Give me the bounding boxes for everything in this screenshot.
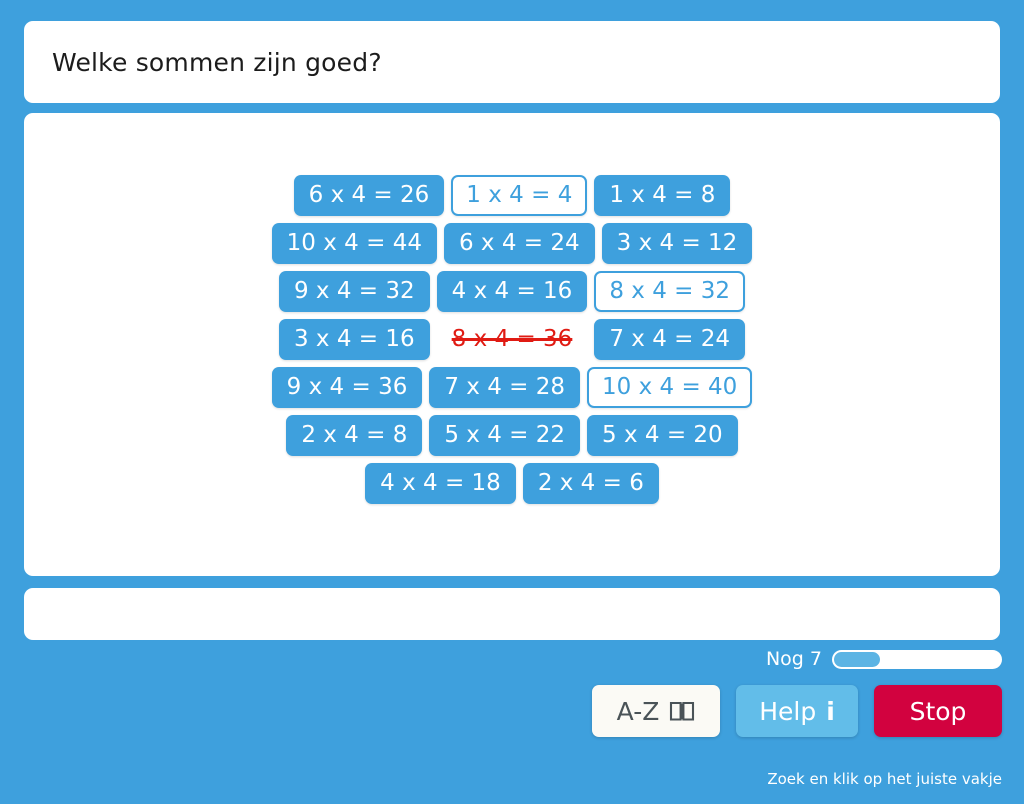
az-button-label: A-Z: [616, 696, 660, 726]
question-text: Welke sommen zijn goed?: [52, 47, 382, 77]
sum-tile[interactable]: 5 x 4 = 20: [587, 415, 738, 456]
sum-tile[interactable]: 9 x 4 = 32: [278, 271, 430, 312]
dictionary-az-button[interactable]: A-Z: [592, 685, 720, 737]
info-i-icon: i: [826, 696, 835, 726]
footer-hint: Zoek en klik op het juiste vakje: [767, 770, 1002, 788]
progress-bar-track: [832, 649, 1002, 669]
sum-tile: 10 x 4 = 40: [587, 367, 753, 408]
tile-row: 4 x 4 = 18 2 x 4 = 6: [365, 463, 659, 504]
stop-button[interactable]: Stop: [874, 685, 1002, 737]
sum-tile[interactable]: 9 x 4 = 36: [271, 367, 423, 408]
sum-tile[interactable]: 7 x 4 = 24: [594, 319, 745, 360]
tile-row: 9 x 4 = 32 4 x 4 = 16 8 x 4 = 32: [278, 271, 745, 312]
tile-grid: 6 x 4 = 26 1 x 4 = 41 x 4 = 8 10 x 4 = 44 6…: [24, 175, 1000, 504]
progress-bar-fill: [834, 651, 881, 667]
progress-label: Nog 7: [765, 648, 822, 670]
tile-row: 9 x 4 = 36 7 x 4 = 28 10 x 4 = 40: [271, 367, 753, 408]
sum-tile: 8 x 4 = 32: [594, 271, 745, 312]
help-button[interactable]: Help i: [736, 685, 858, 737]
sum-tile[interactable]: 10 x 4 = 44: [271, 223, 437, 264]
sum-tile[interactable]: 7 x 4 = 28: [429, 367, 581, 408]
button-row: A-Z Help i Stop: [592, 685, 1002, 737]
sum-tile[interactable]: 2 x 4 = 6: [522, 463, 659, 504]
question-bar: Welke sommen zijn goed?: [24, 21, 1000, 103]
sum-tile[interactable]: 1 x 4 = 8: [594, 175, 731, 216]
play-panel: 6 x 4 = 26 1 x 4 = 41 x 4 = 8 10 x 4 = 44 6…: [24, 113, 1000, 576]
sum-tile: 8 x 4 = 36: [451, 326, 573, 352]
sum-tile[interactable]: 3 x 4 = 12: [601, 223, 753, 264]
tile-row: 2 x 4 = 85 x 4 = 22 5 x 4 = 20: [286, 415, 738, 456]
sum-tile[interactable]: 4 x 4 = 18: [365, 463, 516, 504]
sum-tile[interactable]: 4 x 4 = 16: [436, 271, 588, 312]
progress-indicator: Nog 7: [766, 648, 1002, 670]
sum-tile[interactable]: 2 x 4 = 8: [286, 415, 423, 456]
sum-tile: 1 x 4 = 4: [451, 175, 588, 216]
help-button-label: Help: [759, 696, 817, 726]
sum-tile[interactable]: 6 x 4 = 24: [443, 223, 595, 264]
sum-tile[interactable]: 6 x 4 = 26: [293, 175, 445, 216]
tile-row: 3 x 4 = 16 8 x 4 = 36 7 x 4 = 24: [278, 319, 745, 360]
sum-tile[interactable]: 5 x 4 = 22: [429, 415, 581, 456]
sum-tile[interactable]: 3 x 4 = 16: [278, 319, 430, 360]
answer-bar[interactable]: [24, 588, 1000, 640]
tile-row: 10 x 4 = 44 6 x 4 = 24 3 x 4 = 12: [271, 223, 753, 264]
stop-button-label: Stop: [909, 696, 967, 726]
tile-row: 6 x 4 = 26 1 x 4 = 41 x 4 = 8: [293, 175, 731, 216]
open-book-icon: [669, 700, 695, 722]
